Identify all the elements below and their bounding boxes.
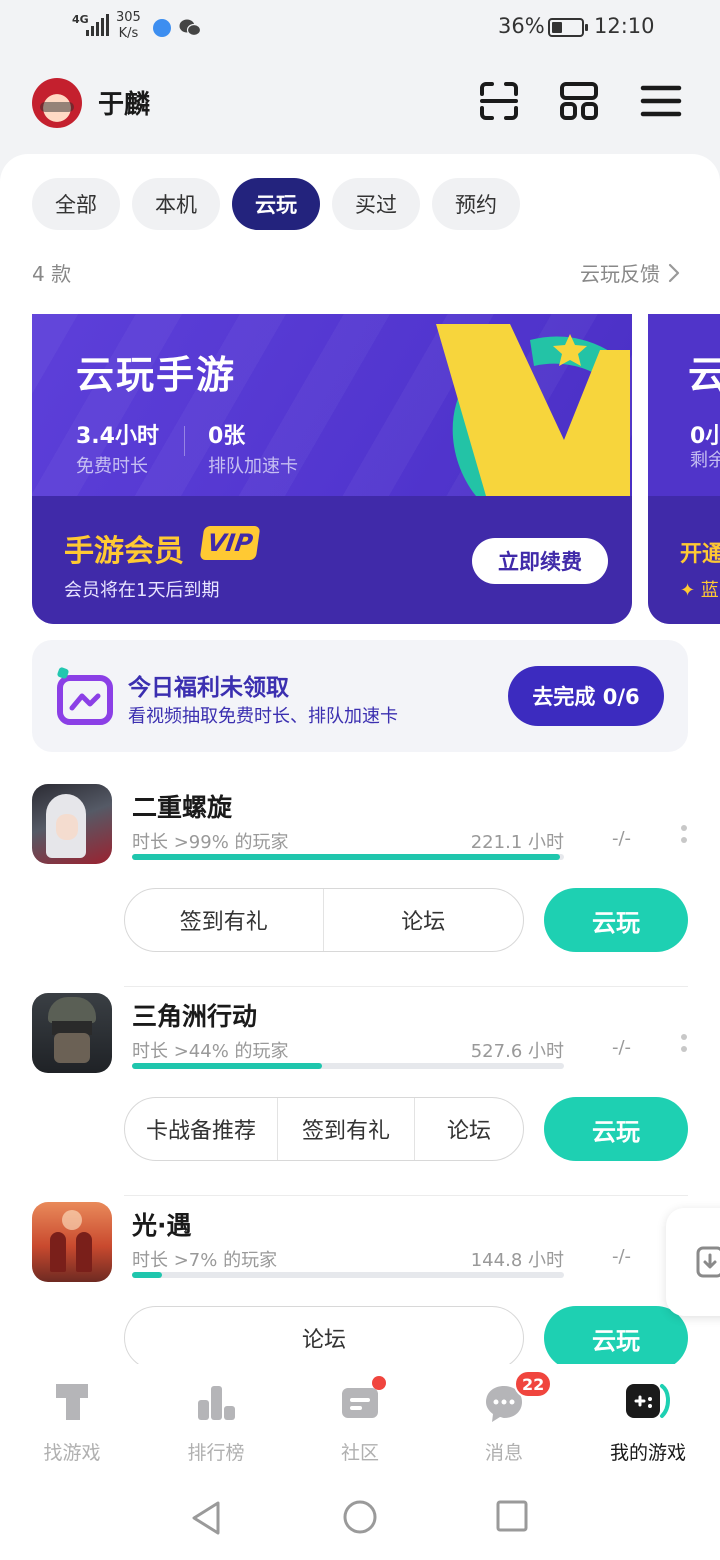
- game-count: 4 款: [32, 262, 72, 286]
- renew-button[interactable]: 立即续费: [472, 538, 608, 584]
- member-expiry: 会员将在1天后到期: [64, 580, 220, 601]
- game-icon[interactable]: [32, 1202, 112, 1282]
- vip-badge: VIP: [199, 526, 261, 560]
- system-navigation-bar: [0, 1472, 720, 1560]
- browser-notification-icon: [153, 19, 171, 37]
- loadout-recommend-button[interactable]: 卡战备推荐: [125, 1098, 277, 1160]
- forum-button[interactable]: 论坛: [324, 889, 524, 951]
- forum-button[interactable]: 论坛: [125, 1307, 523, 1364]
- more-options-icon[interactable]: [680, 1031, 688, 1061]
- signal-icon: [86, 14, 109, 36]
- play-rank: 时长 >99% 的玩家: [132, 832, 289, 853]
- find-games-icon: [56, 1384, 88, 1420]
- my-games-icon: [626, 1384, 670, 1418]
- rankings-icon: [198, 1386, 235, 1420]
- username[interactable]: 于麟: [98, 84, 150, 121]
- menu-icon[interactable]: [640, 80, 682, 122]
- member-title: 手游会员: [64, 534, 184, 569]
- home-icon[interactable]: [343, 1500, 377, 1534]
- feedback-label: 云玩反馈: [580, 262, 660, 286]
- list-item[interactable]: 光·遇 时长 >7% 的玩家 144.8 小时 -/- 论坛 云玩: [32, 1202, 688, 1364]
- action-group: 论坛: [124, 1306, 524, 1364]
- floating-download-tab[interactable]: [666, 1208, 720, 1316]
- cloud-play-button[interactable]: 云玩: [544, 1306, 688, 1364]
- play-hours: 221.1 小时: [470, 832, 564, 853]
- chevron-right-icon: [668, 263, 680, 282]
- main-panel: 全部 本机 云玩 买过 预约 4 款 云玩反馈 云玩手游 3.4小时 免费时长 …: [0, 154, 720, 1364]
- play-hours: 527.6 小时: [470, 1041, 564, 1062]
- welfare-title: 今日福利未领取: [128, 675, 289, 701]
- back-icon[interactable]: [190, 1500, 222, 1536]
- feedback-link[interactable]: 云玩反馈: [580, 258, 680, 287]
- tab-rankings[interactable]: 排行榜: [144, 1364, 288, 1472]
- chip-purchased[interactable]: 买过: [332, 178, 420, 230]
- grid-icon[interactable]: [558, 80, 600, 122]
- chip-reserved[interactable]: 预约: [432, 178, 520, 230]
- free-time-stat: 3.4小时 免费时长: [76, 424, 159, 477]
- download-icon: [696, 1246, 720, 1278]
- playtime-progress: [132, 854, 564, 860]
- chip-cloud[interactable]: 云玩: [232, 178, 320, 230]
- playtime-progress: [132, 1063, 564, 1069]
- queue-card-stat: 0张 排队加速卡: [208, 424, 298, 477]
- cloud-play-button[interactable]: 云玩: [544, 888, 688, 952]
- game-icon[interactable]: [32, 784, 112, 864]
- community-notification-dot: [372, 1376, 386, 1390]
- playtime-progress: [132, 1272, 564, 1278]
- banner-title: 云玩手游: [76, 353, 237, 397]
- extra-stat: -/-: [612, 1037, 632, 1058]
- extra-stat: -/-: [612, 1246, 632, 1267]
- filter-chips: 全部 本机 云玩 买过 预约: [32, 178, 520, 230]
- bottom-tab-bar: 找游戏 排行榜 社区 22 消息 我的游戏: [0, 1364, 720, 1472]
- game-name: 光·遇: [132, 1211, 192, 1240]
- welfare-subtitle: 看视频抽取免费时长、排队加速卡: [128, 706, 398, 727]
- list-item[interactable]: 三角洲行动 时长 >44% 的玩家 527.6 小时 -/- 卡战备推荐 签到有…: [32, 993, 688, 1203]
- chip-all[interactable]: 全部: [32, 178, 120, 230]
- play-rank: 时长 >44% 的玩家: [132, 1041, 289, 1062]
- cloud-play-button[interactable]: 云玩: [544, 1097, 688, 1161]
- play-rank: 时长 >7% 的玩家: [132, 1250, 278, 1271]
- chip-local[interactable]: 本机: [132, 178, 220, 230]
- scan-icon[interactable]: [478, 80, 520, 122]
- clock: 12:10: [594, 14, 655, 38]
- action-group: 签到有礼 论坛: [124, 888, 524, 952]
- game-name: 三角洲行动: [132, 1002, 258, 1031]
- network-speed: 305 K/s: [116, 10, 141, 41]
- video-reward-icon: [57, 667, 113, 725]
- daily-welfare-card[interactable]: 今日福利未领取 看视频抽取免费时长、排队加速卡 去完成 0/6: [32, 640, 688, 752]
- messages-badge: 22: [514, 1370, 553, 1398]
- tab-community[interactable]: 社区: [288, 1364, 432, 1472]
- status-bar: 4G 305 K/s 36% 12:10: [0, 0, 720, 56]
- game-name: 二重螺旋: [132, 793, 233, 822]
- more-options-icon[interactable]: [680, 822, 688, 852]
- game-icon[interactable]: [32, 993, 112, 1073]
- next-banner-card[interactable]: 云 0小 剩余 开通 ✦ 蓝: [648, 314, 720, 624]
- extra-stat: -/-: [612, 828, 632, 849]
- v-logo-icon: [436, 324, 630, 496]
- complete-tasks-button[interactable]: 去完成 0/6: [508, 666, 664, 726]
- wechat-icon: [179, 19, 201, 37]
- battery-percent: 36%: [498, 14, 545, 38]
- checkin-gift-button[interactable]: 签到有礼: [125, 889, 323, 951]
- forum-button[interactable]: 论坛: [415, 1098, 523, 1160]
- tab-find-games[interactable]: 找游戏: [0, 1364, 144, 1472]
- cloud-play-banner[interactable]: 云玩手游 3.4小时 免费时长 0张 排队加速卡 手游会员 VIP 会员将在1天…: [32, 314, 632, 624]
- avatar[interactable]: [32, 78, 82, 128]
- action-group: 卡战备推荐 签到有礼 论坛: [124, 1097, 524, 1161]
- battery-icon: [548, 18, 588, 37]
- play-hours: 144.8 小时: [470, 1250, 564, 1271]
- tab-messages[interactable]: 22 消息: [432, 1364, 576, 1472]
- tab-my-games[interactable]: 我的游戏: [576, 1364, 720, 1472]
- recents-icon[interactable]: [496, 1500, 528, 1532]
- list-item[interactable]: 二重螺旋 时长 >99% 的玩家 221.1 小时 -/- 签到有礼 论坛 云玩: [32, 784, 688, 994]
- checkin-gift-button[interactable]: 签到有礼: [278, 1098, 414, 1160]
